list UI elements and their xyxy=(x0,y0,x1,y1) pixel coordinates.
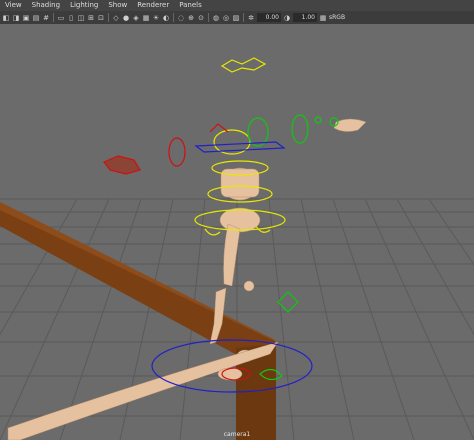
menu-shading[interactable]: Shading xyxy=(27,0,65,11)
camera-select-icon[interactable]: ◧ xyxy=(2,14,10,22)
isolate-icon[interactable]: ⊙ xyxy=(197,14,205,22)
toolbar-divider xyxy=(208,13,209,22)
grid-toggle-icon[interactable]: # xyxy=(42,14,50,22)
menu-panels[interactable]: Panels xyxy=(174,0,207,11)
exposure-icon[interactable]: ✲ xyxy=(247,14,255,22)
toolbar-divider xyxy=(53,13,54,22)
toolbar-divider xyxy=(108,13,109,22)
xray-icon[interactable]: ◌ xyxy=(177,14,185,22)
gamma-field[interactable]: 1.00 xyxy=(293,13,317,22)
menu-renderer[interactable]: Renderer xyxy=(132,0,174,11)
menu-bar: View Shading Lighting Show Renderer Pane… xyxy=(0,0,474,11)
menu-lighting[interactable]: Lighting xyxy=(65,0,103,11)
smooth-shade-icon[interactable]: ● xyxy=(122,14,130,22)
camera-label: camera1 xyxy=(223,431,251,438)
color-management-icon[interactable]: ▦ xyxy=(319,14,327,22)
toolbar-divider xyxy=(243,13,244,22)
motion-blur-icon[interactable]: ◎ xyxy=(222,14,230,22)
lights-icon[interactable]: ☀ xyxy=(152,14,160,22)
field-chart-icon[interactable]: ⊞ xyxy=(87,14,95,22)
exposure-field[interactable]: 0.00 xyxy=(257,13,281,22)
textured-icon[interactable]: ▦ xyxy=(142,14,150,22)
shadows-icon[interactable]: ◐ xyxy=(162,14,170,22)
safe-action-icon[interactable]: ⊡ xyxy=(97,14,105,22)
panel-toolbar: ◧ ◨ ▣ ▤ # ▭ ▯ ◫ ⊞ ⊡ ◇ ● ◈ ▦ ☀ ◐ ◌ ⊕ ⊙ ◍ … xyxy=(0,11,474,24)
resolution-gate-icon[interactable]: ▯ xyxy=(67,14,75,22)
image-plane-icon[interactable]: ▤ xyxy=(32,14,40,22)
viewport-3d[interactable]: camera1 xyxy=(0,24,474,440)
menu-view[interactable]: View xyxy=(0,0,27,11)
ambient-occlusion-icon[interactable]: ◍ xyxy=(212,14,220,22)
camera-attributes-icon[interactable]: ◨ xyxy=(12,14,20,22)
gamma-icon[interactable]: ◑ xyxy=(283,14,291,22)
toolbar-divider xyxy=(173,13,174,22)
scene-render xyxy=(0,24,474,440)
anti-alias-icon[interactable]: ▨ xyxy=(232,14,240,22)
colorspace-label[interactable]: sRGB xyxy=(329,13,345,22)
xray-joints-icon[interactable]: ⊕ xyxy=(187,14,195,22)
menu-show[interactable]: Show xyxy=(103,0,132,11)
bookmark-icon[interactable]: ▣ xyxy=(22,14,30,22)
gate-mask-icon[interactable]: ◫ xyxy=(77,14,85,22)
film-gate-icon[interactable]: ▭ xyxy=(57,14,65,22)
wireframe-icon[interactable]: ◇ xyxy=(112,14,120,22)
wireframe-on-shaded-icon[interactable]: ◈ xyxy=(132,14,140,22)
